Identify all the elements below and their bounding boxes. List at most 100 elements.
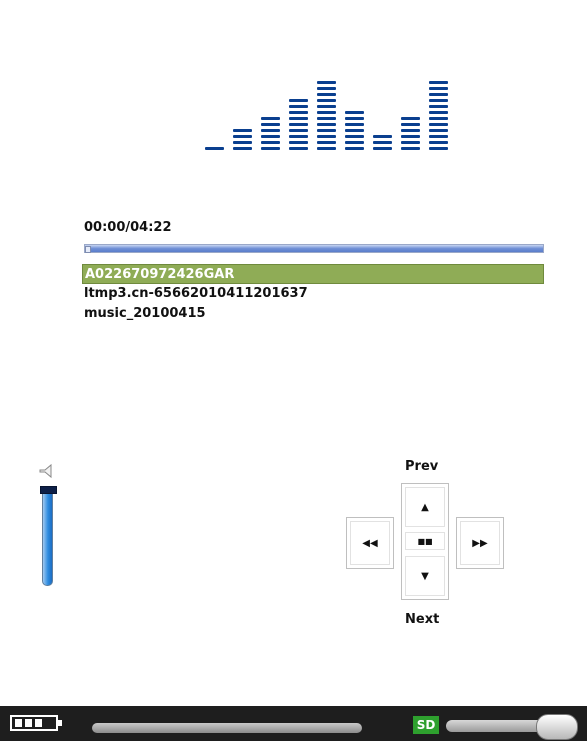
equalizer-segment	[401, 129, 420, 132]
navigation-pad: Prev ▲ ◀◀ ■■ ▶▶ ▼ Next	[344, 455, 504, 635]
equalizer-segment	[345, 117, 364, 120]
equalizer-segment	[261, 123, 280, 126]
equalizer-segment	[429, 87, 448, 90]
playback-progress-bar[interactable]	[84, 244, 544, 253]
forward-button[interactable]: ▶▶	[456, 517, 504, 569]
up-button[interactable]: ▲	[401, 483, 449, 531]
status-bar: SD	[0, 706, 587, 741]
status-progress-bar	[92, 723, 362, 733]
equalizer-segment	[289, 141, 308, 144]
playlist-item[interactable]: A022670972426GAR	[82, 264, 544, 284]
equalizer-bar	[289, 99, 308, 150]
equalizer-segment	[317, 141, 336, 144]
stop-button[interactable]: ■■	[401, 529, 449, 554]
equalizer-segment	[345, 147, 364, 150]
equalizer-bar	[205, 147, 224, 150]
equalizer-segment	[289, 105, 308, 108]
equalizer-segment	[373, 135, 392, 138]
equalizer-segment	[345, 111, 364, 114]
battery-cell	[25, 719, 32, 727]
equalizer-segment	[401, 117, 420, 120]
rewind-button[interactable]: ◀◀	[346, 517, 394, 569]
equalizer	[0, 0, 587, 160]
speaker-icon	[39, 463, 52, 479]
equalizer-segment	[345, 123, 364, 126]
equalizer-segment	[289, 111, 308, 114]
equalizer-segment	[317, 87, 336, 90]
equalizer-segment	[289, 99, 308, 102]
volume-control[interactable]	[34, 462, 64, 587]
equalizer-segment	[233, 135, 252, 138]
equalizer-segment	[317, 99, 336, 102]
time-display: 00:00/04:22	[84, 220, 172, 235]
equalizer-segment	[401, 141, 420, 144]
battery-cell	[15, 719, 22, 727]
equalizer-segment	[429, 105, 448, 108]
playlist-item[interactable]: music_20100415	[82, 304, 544, 324]
equalizer-segment	[429, 129, 448, 132]
playback-progress-knob[interactable]	[85, 246, 91, 253]
equalizer-segment	[317, 147, 336, 150]
rewind-icon: ◀◀	[362, 537, 378, 549]
arrow-down-icon: ▼	[421, 570, 429, 582]
equalizer-segment	[317, 123, 336, 126]
equalizer-segment	[317, 111, 336, 114]
equalizer-segment	[429, 147, 448, 150]
equalizer-bar	[345, 111, 364, 150]
equalizer-segment	[401, 123, 420, 126]
equalizer-bar	[401, 117, 420, 150]
playlist-item[interactable]: ltmp3.cn-65662010411201637	[82, 284, 544, 304]
equalizer-segment	[233, 141, 252, 144]
equalizer-segment	[345, 129, 364, 132]
fast-forward-icon: ▶▶	[472, 537, 488, 549]
equalizer-bar	[429, 81, 448, 150]
volume-slider-track[interactable]	[42, 490, 53, 586]
equalizer-segment	[261, 129, 280, 132]
equalizer-segment	[345, 141, 364, 144]
equalizer-segment	[373, 147, 392, 150]
equalizer-segment	[429, 141, 448, 144]
equalizer-segment	[261, 135, 280, 138]
equalizer-segment	[429, 135, 448, 138]
equalizer-segment	[429, 99, 448, 102]
equalizer-segment	[261, 141, 280, 144]
equalizer-segment	[261, 117, 280, 120]
equalizer-segment	[429, 81, 448, 84]
sd-card-icon: SD	[413, 716, 439, 734]
equalizer-segment	[373, 141, 392, 144]
equalizer-segment	[429, 93, 448, 96]
equalizer-segment	[317, 105, 336, 108]
status-slider[interactable]	[446, 714, 578, 740]
equalizer-segment	[429, 117, 448, 120]
equalizer-bar	[317, 81, 336, 150]
volume-slider-handle[interactable]	[40, 486, 57, 494]
equalizer-segment	[233, 129, 252, 132]
equalizer-segment	[317, 81, 336, 84]
prev-label: Prev	[405, 459, 439, 474]
battery-icon	[10, 715, 62, 731]
equalizer-segment	[429, 111, 448, 114]
down-button[interactable]: ▼	[401, 553, 449, 600]
equalizer-segment	[261, 147, 280, 150]
equalizer-segment	[429, 123, 448, 126]
arrow-up-icon: ▲	[421, 501, 429, 513]
status-slider-knob[interactable]	[536, 714, 578, 740]
playlist: A022670972426GAR ltmp3.cn-65662010411201…	[82, 264, 544, 324]
equalizer-segment	[289, 123, 308, 126]
equalizer-bar	[233, 129, 252, 150]
equalizer-segment	[345, 135, 364, 138]
equalizer-segment	[401, 135, 420, 138]
equalizer-segment	[233, 147, 252, 150]
equalizer-segment	[289, 147, 308, 150]
stop-icon: ■■	[417, 536, 433, 546]
next-label: Next	[405, 612, 440, 627]
equalizer-segment	[205, 147, 224, 150]
equalizer-segment	[289, 117, 308, 120]
equalizer-segment	[289, 129, 308, 132]
equalizer-segment	[317, 93, 336, 96]
equalizer-segment	[317, 117, 336, 120]
equalizer-segment	[317, 135, 336, 138]
equalizer-segment	[289, 135, 308, 138]
battery-cell	[35, 719, 42, 727]
equalizer-bar	[261, 117, 280, 150]
